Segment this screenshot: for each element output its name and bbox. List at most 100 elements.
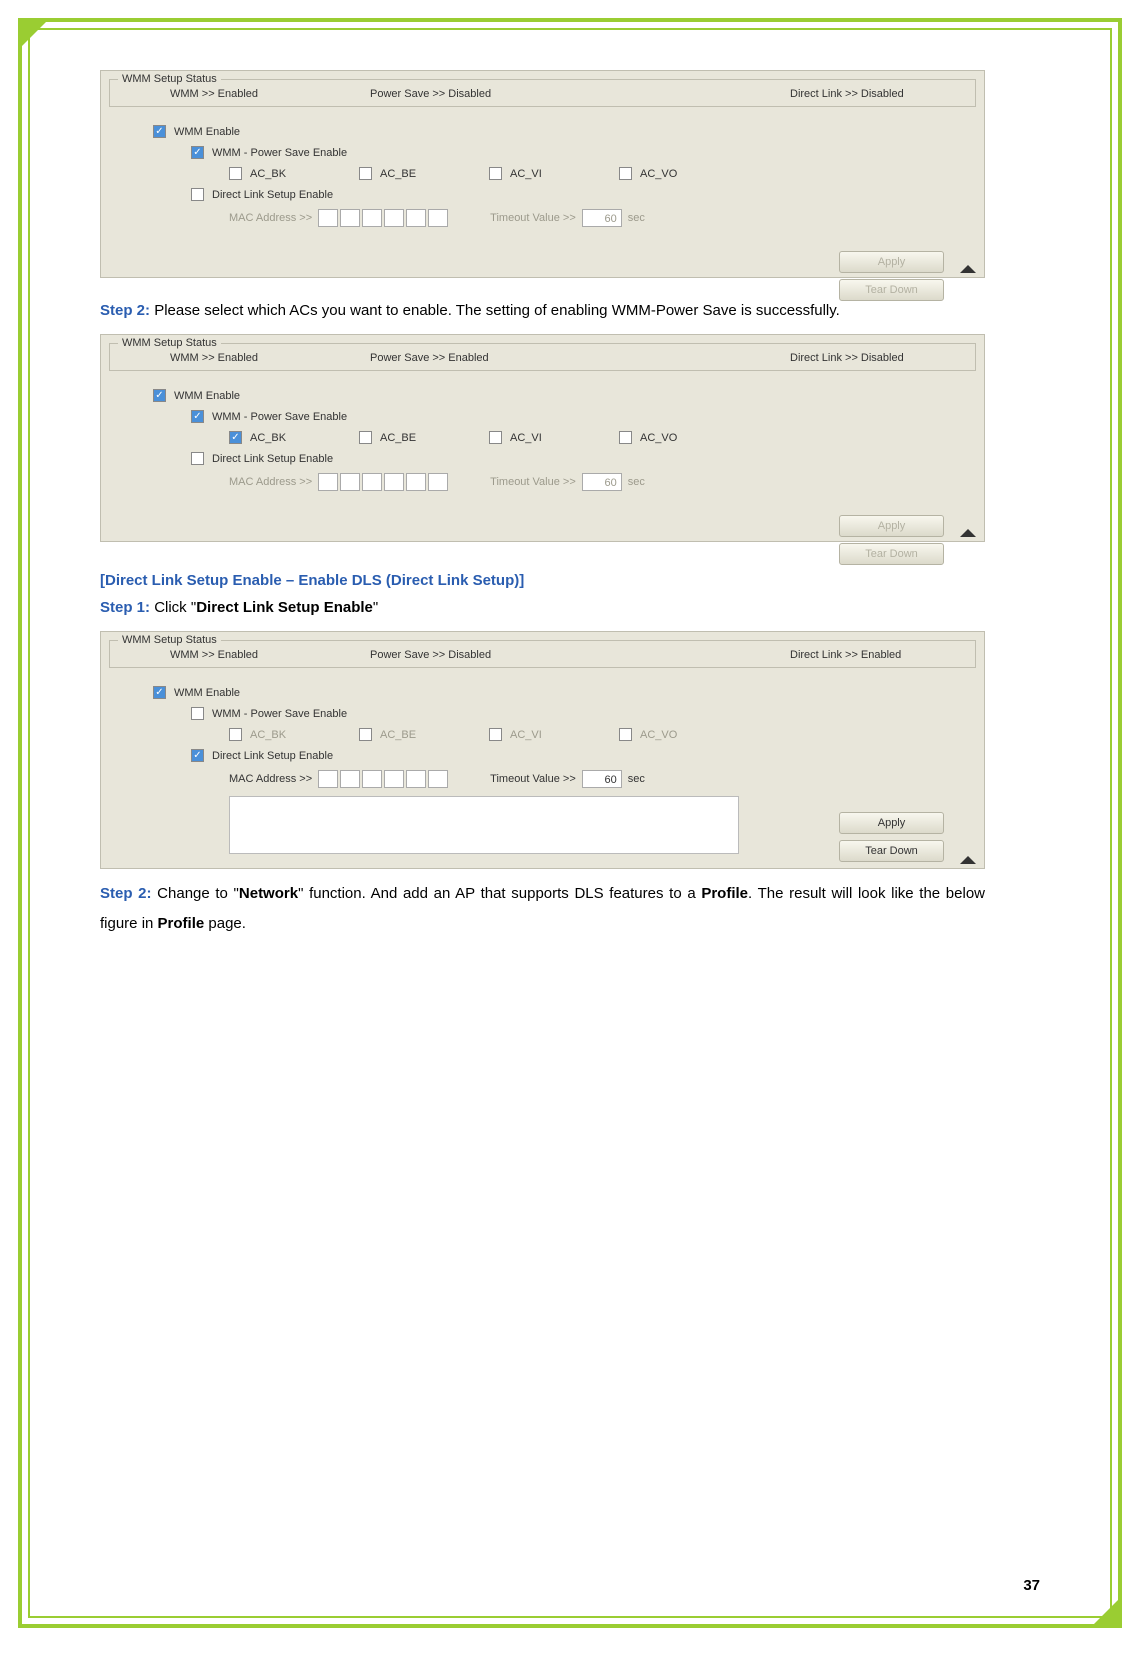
wmm-status: WMM >> Enabled (170, 649, 370, 661)
ac-bk-label: AC_BK (250, 168, 286, 180)
directlink-status: Direct Link >> Enabled (790, 649, 901, 661)
mac-input-5[interactable] (406, 473, 426, 491)
step-label: Step 2: (100, 302, 154, 319)
powersave-enable-checkbox[interactable] (191, 707, 204, 720)
fieldset-label: WMM Setup Status (118, 337, 221, 349)
fieldset-label: WMM Setup Status (118, 73, 221, 85)
timeout-input[interactable]: 60 (582, 770, 622, 788)
apply-button[interactable]: Apply (839, 812, 944, 834)
mac-input-3[interactable] (362, 209, 382, 227)
mac-input-4[interactable] (384, 209, 404, 227)
wmm-enable-label: WMM Enable (174, 126, 240, 138)
dls-listbox[interactable] (229, 796, 739, 854)
wmm-enable-checkbox[interactable] (153, 125, 166, 138)
mac-input-1[interactable] (318, 473, 338, 491)
teardown-button[interactable]: Tear Down (839, 279, 944, 301)
dls-enable-label: Direct Link Setup Enable (212, 189, 333, 201)
dls-section-heading: [Direct Link Setup Enable – Enable DLS (… (100, 572, 1040, 589)
step2b-text: Step 2: Change to "Network" function. An… (100, 879, 985, 939)
ac-vo-label: AC_VO (640, 729, 677, 741)
mac-input-3[interactable] (362, 473, 382, 491)
ac-bk-checkbox[interactable] (229, 431, 242, 444)
ac-be-label: AC_BE (380, 432, 416, 444)
page-number: 37 (1023, 1577, 1040, 1594)
wmm-enable-label: WMM Enable (174, 687, 240, 699)
powersave-enable-checkbox[interactable] (191, 146, 204, 159)
dls-enable-checkbox[interactable] (191, 749, 204, 762)
mac-input-3[interactable] (362, 770, 382, 788)
wmm-enable-checkbox[interactable] (153, 389, 166, 402)
mac-input-1[interactable] (318, 209, 338, 227)
ac-vi-checkbox[interactable] (489, 431, 502, 444)
wmm-panel-3: WMM Setup Status WMM >> Enabled Power Sa… (100, 631, 985, 869)
timeout-label: Timeout Value >> (490, 773, 576, 785)
mac-input-6[interactable] (428, 209, 448, 227)
wmm-status: WMM >> Enabled (170, 352, 370, 364)
powersave-status: Power Save >> Disabled (370, 88, 790, 100)
mac-input-4[interactable] (384, 473, 404, 491)
dls-enable-checkbox[interactable] (191, 188, 204, 201)
mac-address-label: MAC Address >> (229, 773, 312, 785)
collapse-icon[interactable] (960, 265, 976, 273)
fieldset-label: WMM Setup Status (118, 634, 221, 646)
timeout-input[interactable]: 60 (582, 209, 622, 227)
ac-vo-checkbox[interactable] (619, 431, 632, 444)
sec-label: sec (628, 476, 645, 488)
powersave-status: Power Save >> Enabled (370, 352, 790, 364)
dls-enable-label: Direct Link Setup Enable (212, 453, 333, 465)
collapse-icon[interactable] (960, 856, 976, 864)
mac-address-label: MAC Address >> (229, 476, 312, 488)
dls-enable-checkbox[interactable] (191, 452, 204, 465)
mac-input-6[interactable] (428, 770, 448, 788)
mac-input-5[interactable] (406, 209, 426, 227)
ac-be-checkbox[interactable] (359, 167, 372, 180)
ac-vo-label: AC_VO (640, 168, 677, 180)
ac-bk-label: AC_BK (250, 729, 286, 741)
ac-vo-checkbox (619, 728, 632, 741)
powersave-enable-label: WMM - Power Save Enable (212, 708, 347, 720)
ac-bk-checkbox[interactable] (229, 167, 242, 180)
timeout-input[interactable]: 60 (582, 473, 622, 491)
wmm-panel-1: WMM Setup Status WMM >> Enabled Power Sa… (100, 70, 985, 278)
mac-input-2[interactable] (340, 473, 360, 491)
sec-label: sec (628, 212, 645, 224)
powersave-status: Power Save >> Disabled (370, 649, 790, 661)
wmm-enable-label: WMM Enable (174, 390, 240, 402)
ac-vo-label: AC_VO (640, 432, 677, 444)
wmm-setup-status: WMM Setup Status WMM >> Enabled Power Sa… (109, 640, 976, 668)
wmm-status: WMM >> Enabled (170, 88, 370, 100)
mac-input-5[interactable] (406, 770, 426, 788)
dls-enable-label: Direct Link Setup Enable (212, 750, 333, 762)
wmm-enable-checkbox[interactable] (153, 686, 166, 699)
timeout-label: Timeout Value >> (490, 212, 576, 224)
timeout-label: Timeout Value >> (490, 476, 576, 488)
step1b-text: Step 1: Click "Direct Link Setup Enable" (100, 593, 985, 623)
wmm-setup-status: WMM Setup Status WMM >> Enabled Power Sa… (109, 79, 976, 107)
ac-be-checkbox[interactable] (359, 431, 372, 444)
mac-input-4[interactable] (384, 770, 404, 788)
collapse-icon[interactable] (960, 529, 976, 537)
ac-vi-label: AC_VI (510, 168, 542, 180)
wmm-setup-status: WMM Setup Status WMM >> Enabled Power Sa… (109, 343, 976, 371)
ac-vi-label: AC_VI (510, 729, 542, 741)
ac-vi-checkbox[interactable] (489, 167, 502, 180)
apply-button[interactable]: Apply (839, 251, 944, 273)
powersave-enable-label: WMM - Power Save Enable (212, 147, 347, 159)
ac-be-label: AC_BE (380, 729, 416, 741)
step-label: Step 2: (100, 885, 157, 902)
mac-input-6[interactable] (428, 473, 448, 491)
directlink-status: Direct Link >> Disabled (790, 88, 904, 100)
mac-input-2[interactable] (340, 770, 360, 788)
mac-input-1[interactable] (318, 770, 338, 788)
ac-bk-checkbox (229, 728, 242, 741)
ac-vi-label: AC_VI (510, 432, 542, 444)
powersave-enable-checkbox[interactable] (191, 410, 204, 423)
teardown-button[interactable]: Tear Down (839, 543, 944, 565)
mac-address-label: MAC Address >> (229, 212, 312, 224)
directlink-status: Direct Link >> Disabled (790, 352, 904, 364)
mac-input-2[interactable] (340, 209, 360, 227)
ac-bk-label: AC_BK (250, 432, 286, 444)
ac-vo-checkbox[interactable] (619, 167, 632, 180)
apply-button[interactable]: Apply (839, 515, 944, 537)
teardown-button[interactable]: Tear Down (839, 840, 944, 862)
